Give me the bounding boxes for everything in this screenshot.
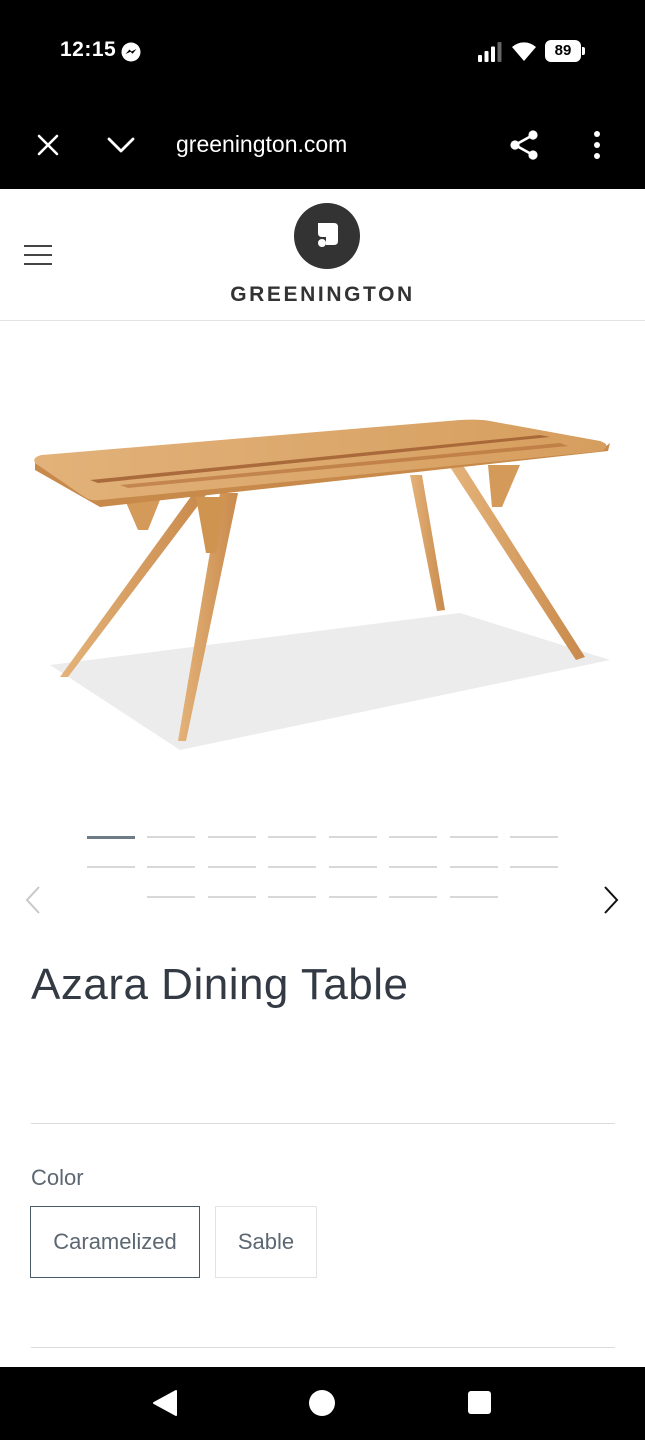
gallery-thumb-indicator[interactable] — [389, 866, 437, 868]
messenger-icon — [121, 42, 141, 62]
more-icon[interactable] — [585, 130, 609, 160]
gallery-thumb-indicator[interactable] — [450, 866, 498, 868]
color-option-sable[interactable]: Sable — [215, 1206, 317, 1278]
chevron-down-icon[interactable] — [106, 134, 136, 156]
site-header: GREENINGTON — [0, 189, 645, 321]
wifi-icon — [512, 42, 536, 61]
hamburger-icon[interactable] — [23, 243, 53, 267]
chevron-left-icon[interactable] — [22, 884, 44, 916]
gallery-thumb-indicator[interactable] — [87, 866, 135, 868]
color-option-caramelized[interactable]: Caramelized — [30, 1206, 200, 1278]
gallery-thumb-indicator[interactable] — [329, 836, 377, 838]
gallery-thumb-indicator[interactable] — [450, 896, 498, 898]
gallery-thumb-indicator[interactable] — [389, 896, 437, 898]
gallery-thumb-indicator[interactable] — [147, 836, 195, 838]
gallery-thumb-indicator[interactable] — [208, 896, 256, 898]
status-bar: 12:15 89 — [0, 0, 645, 100]
recents-icon[interactable] — [468, 1391, 491, 1414]
share-icon[interactable] — [509, 129, 539, 161]
gallery-thumb-indicator[interactable] — [450, 836, 498, 838]
back-icon[interactable] — [152, 1389, 178, 1417]
product-title: Azara Dining Table — [31, 960, 409, 1009]
battery-level: 89 — [545, 40, 581, 62]
gallery-thumb-indicator[interactable] — [147, 896, 195, 898]
status-time: 12:15 — [60, 38, 117, 61]
home-icon[interactable] — [309, 1390, 335, 1416]
gallery-thumb-indicator[interactable] — [329, 896, 377, 898]
battery-icon: 89 — [545, 40, 585, 62]
table-product-image[interactable] — [20, 395, 625, 765]
brand-wordmark: GREENINGTON — [230, 283, 415, 306]
gallery-thumb-indicator[interactable] — [389, 836, 437, 838]
signal-icon — [478, 42, 502, 62]
chevron-right-icon[interactable] — [600, 884, 622, 916]
gallery-thumb-indicator[interactable] — [268, 866, 316, 868]
close-icon[interactable] — [36, 133, 60, 157]
gallery-thumb-indicator[interactable] — [208, 836, 256, 838]
divider — [31, 1123, 615, 1124]
color-label: Color — [31, 1165, 84, 1190]
system-nav-bar — [0, 1367, 645, 1440]
gallery-thumb-indicator[interactable] — [329, 866, 377, 868]
gallery-thumb-indicator[interactable] — [147, 866, 195, 868]
divider — [31, 1347, 615, 1348]
gallery-thumb-indicator[interactable] — [510, 836, 558, 838]
gallery-thumb-indicator[interactable] — [510, 866, 558, 868]
gallery-thumb-indicator[interactable] — [87, 836, 135, 839]
gallery-thumb-indicator[interactable] — [268, 836, 316, 838]
gallery-thumb-indicator[interactable] — [208, 866, 256, 868]
url-bar[interactable]: greenington.com — [176, 131, 347, 158]
logo-icon[interactable] — [294, 203, 360, 269]
browser-toolbar: greenington.com — [0, 100, 645, 189]
battery-tip — [582, 47, 585, 55]
gallery-thumb-indicator[interactable] — [268, 896, 316, 898]
